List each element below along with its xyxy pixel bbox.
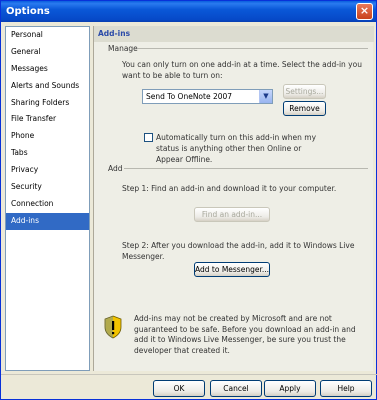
options-window: Options × Personal General Messages Aler… <box>0 0 377 400</box>
shield-warning-icon <box>104 315 122 339</box>
nav-item-messages[interactable]: Messages <box>6 61 89 78</box>
apply-button[interactable]: Apply <box>264 380 316 397</box>
nav-item-general[interactable]: General <box>6 44 89 61</box>
add-ins-panel: Add-ins Manage You can only turn on one … <box>93 26 374 371</box>
add-divider <box>124 168 368 169</box>
addin-select[interactable]: Send To OneNote 2007 ▼ <box>142 89 273 104</box>
nav-item-tabs[interactable]: Tabs <box>6 145 89 162</box>
addin-select-value: Send To OneNote 2007 <box>146 92 233 101</box>
nav-item-security[interactable]: Security <box>6 179 89 196</box>
nav-item-add-ins[interactable]: Add-ins <box>6 212 89 230</box>
cancel-button[interactable]: Cancel <box>210 380 262 397</box>
remove-button[interactable]: Remove <box>283 101 326 116</box>
manage-section-label: Manage <box>108 44 138 53</box>
help-button[interactable]: Help <box>320 380 372 397</box>
panel-title: Add-ins <box>94 26 374 42</box>
nav-item-alerts-and-sounds[interactable]: Alerts and Sounds <box>6 78 89 95</box>
category-list[interactable]: Personal General Messages Alerts and Sou… <box>5 26 90 371</box>
add-section-label: Add <box>108 164 123 173</box>
nav-item-connection[interactable]: Connection <box>6 196 89 213</box>
close-icon: × <box>359 4 370 17</box>
nav-item-sharing-folders[interactable]: Sharing Folders <box>6 95 89 112</box>
window-title: Options <box>6 6 50 17</box>
auto-turn-on-label[interactable]: Automatically turn on this add-in when m… <box>156 132 326 165</box>
nav-item-phone[interactable]: Phone <box>6 128 89 145</box>
footer-divider <box>1 374 377 375</box>
add-to-messenger-button[interactable]: Add to Messenger... <box>194 262 270 277</box>
manage-divider <box>138 48 368 49</box>
nav-item-file-transfer[interactable]: File Transfer <box>6 111 89 128</box>
close-button[interactable]: × <box>356 3 373 20</box>
step1-text: Step 1: Find an add-in and download it t… <box>122 184 337 193</box>
nav-item-personal[interactable]: Personal <box>6 27 89 44</box>
auto-turn-on-checkbox[interactable] <box>144 133 153 142</box>
warning-text: Add-ins may not be created by Microsoft … <box>134 314 356 355</box>
manage-description: You can only turn on one add-in at a tim… <box>122 60 362 80</box>
ok-button[interactable]: OK <box>153 380 205 397</box>
nav-item-privacy[interactable]: Privacy <box>6 162 89 179</box>
step2-text: Step 2: After you download the add-in, a… <box>122 241 355 261</box>
find-addin-button[interactable]: Find an add-in... <box>194 207 270 222</box>
chevron-down-icon[interactable]: ▼ <box>259 90 272 103</box>
title-bar[interactable]: Options × <box>1 1 376 22</box>
settings-button[interactable]: Settings... <box>283 84 326 99</box>
